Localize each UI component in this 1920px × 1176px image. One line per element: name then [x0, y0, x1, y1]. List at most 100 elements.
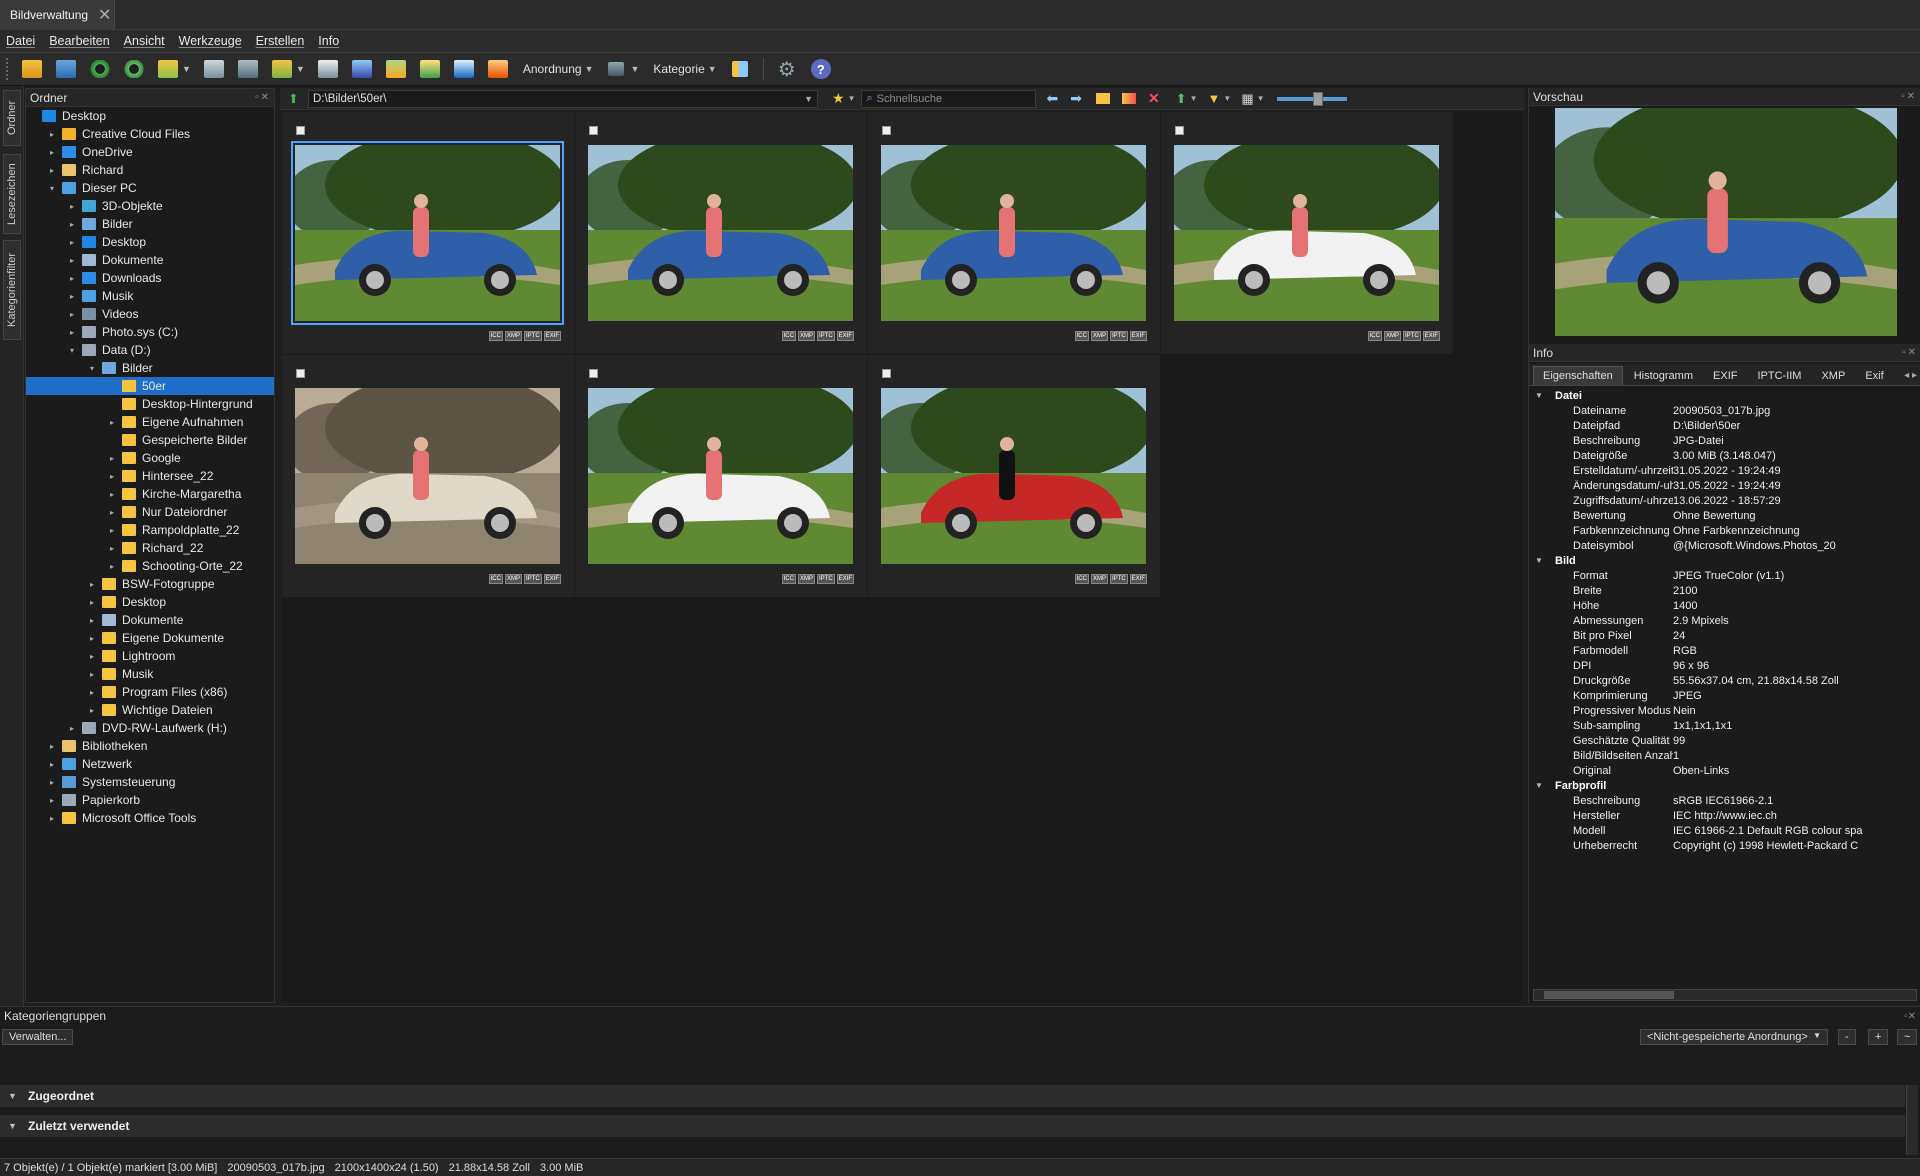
chevron-down-icon[interactable]: ▼ — [585, 64, 594, 74]
tree-item[interactable]: ▸ Creative Cloud Files — [26, 125, 274, 143]
expand-icon[interactable]: ▸ — [86, 616, 98, 625]
select-checkbox[interactable] — [1175, 126, 1184, 135]
tree-item[interactable]: ▸ Rampoldplatte_22 — [26, 521, 274, 539]
tab-ordner[interactable]: Ordner — [3, 90, 21, 146]
section-zugeordnet[interactable]: ▼ Zugeordnet — [0, 1085, 1905, 1107]
save-icon[interactable] — [53, 57, 79, 81]
open-icon[interactable] — [19, 57, 45, 81]
expand-icon[interactable]: ▸ — [106, 490, 118, 499]
expand-icon[interactable]: ▸ — [46, 130, 58, 139]
export-icon[interactable] — [269, 57, 295, 81]
expand-icon[interactable]: ▸ — [66, 292, 78, 301]
thumbnail-cell[interactable]: ICC XMP IPTC EXIF — [575, 355, 867, 597]
expand-icon[interactable]: ▸ — [86, 688, 98, 697]
property-row[interactable]: Beschreibung JPG-Datei — [1529, 433, 1920, 448]
print-icon[interactable] — [315, 57, 341, 81]
tree-item[interactable]: 50er — [26, 377, 274, 395]
tree-item[interactable]: ▸ Wichtige Dateien — [26, 701, 274, 719]
chevron-down-icon[interactable]: ▼ — [296, 64, 305, 74]
property-row[interactable]: Farbkennzeichnung Ohne Farbkennzeichnung — [1529, 523, 1920, 538]
property-row[interactable]: Komprimierung JPEG — [1529, 688, 1920, 703]
expand-icon[interactable]: ▸ — [66, 238, 78, 247]
thumbnail-image[interactable] — [588, 388, 853, 564]
property-row[interactable]: Abmessungen 2.9 Mpixels — [1529, 613, 1920, 628]
expand-icon[interactable]: ▸ — [46, 166, 58, 175]
thumbnail-image[interactable] — [291, 141, 564, 325]
thumbnail-image[interactable] — [295, 388, 560, 564]
menu-datei[interactable]: Datei — [6, 34, 35, 48]
close-icon[interactable]: ✕ — [98, 5, 111, 25]
collapse-icon[interactable]: ▾ — [46, 184, 58, 193]
expand-icon[interactable]: ▸ — [66, 202, 78, 211]
convert-icon[interactable] — [383, 57, 409, 81]
property-row[interactable]: Modell IEC 61966-2.1 Default RGB colour s… — [1529, 823, 1920, 838]
filter-icon[interactable]: ▼ — [1208, 91, 1221, 106]
sort-icon[interactable]: ⬆ — [1176, 91, 1187, 107]
email-icon[interactable] — [485, 57, 511, 81]
path-input[interactable]: D:\Bilder\50er\ ▼ — [308, 89, 818, 108]
property-row[interactable]: Hersteller IEC http://www.iec.ch — [1529, 808, 1920, 823]
search-input[interactable]: ⌕ Schnellsuche — [861, 89, 1037, 108]
view-icon[interactable] — [603, 57, 629, 81]
section-zuletzt-verwendet[interactable]: ▼ Zuletzt verwendet — [0, 1115, 1905, 1137]
property-row[interactable]: Breite 2100 — [1529, 583, 1920, 598]
menu-werkzeuge[interactable]: Werkzeuge — [179, 34, 242, 48]
tree-item[interactable]: ▸ Systemsteuerung — [26, 773, 274, 791]
tree-item[interactable]: ▸ Musik — [26, 287, 274, 305]
tree-item[interactable]: ▸ 3D-Objekte — [26, 197, 274, 215]
expand-icon[interactable]: ▸ — [86, 652, 98, 661]
tree-item[interactable]: ▸ Photo.sys (C:) — [26, 323, 274, 341]
tree-item[interactable]: ▸ Netzwerk — [26, 755, 274, 773]
tree-item[interactable]: ▸ Desktop — [26, 593, 274, 611]
expand-icon[interactable]: ▸ — [106, 454, 118, 463]
slider-handle[interactable] — [1312, 91, 1323, 106]
expand-icon[interactable]: ▸ — [46, 148, 58, 157]
tree-item[interactable]: ▸ Lightroom — [26, 647, 274, 665]
property-group[interactable]: ▼ Bild — [1529, 553, 1920, 568]
expand-icon[interactable]: ▸ — [46, 760, 58, 769]
tree-item[interactable]: ▸ Eigene Dokumente — [26, 629, 274, 647]
tree-item[interactable]: ▾ Dieser PC — [26, 179, 274, 197]
thumbnail-cell[interactable]: ICC XMP IPTC EXIF — [575, 112, 867, 354]
tree-item[interactable]: ▸ DVD-RW-Laufwerk (H:) — [26, 719, 274, 737]
property-row[interactable]: DPI 96 x 96 — [1529, 658, 1920, 673]
expand-icon[interactable]: ▸ — [66, 724, 78, 733]
tree-item[interactable]: ▾ Bilder — [26, 359, 274, 377]
tab-kategorienfilter[interactable]: Kategorienfilter — [3, 240, 21, 340]
tree-item[interactable]: ▸ Nur Dateiordner — [26, 503, 274, 521]
help-icon[interactable]: ? — [808, 57, 834, 81]
star-icon[interactable]: ★ — [832, 90, 845, 107]
minus-button[interactable]: - — [1838, 1029, 1856, 1045]
info-tab[interactable]: EXIF — [1704, 367, 1746, 385]
thumbnail-cell[interactable]: ICC XMP IPTC EXIF — [868, 112, 1160, 354]
thumbnail-size-slider[interactable] — [1276, 91, 1347, 106]
tree-item[interactable]: ▸ Hintersee_22 — [26, 467, 274, 485]
property-row[interactable]: Farbmodell RGB — [1529, 643, 1920, 658]
tree-item[interactable]: ▸ Papierkorb — [26, 791, 274, 809]
folder-icon[interactable] — [1095, 93, 1110, 104]
expand-icon[interactable]: ▸ — [46, 778, 58, 787]
category-label[interactable]: Kategorie — [653, 62, 704, 76]
menu-bearbeiten[interactable]: Bearbeiten — [49, 34, 109, 48]
tab-lesezeichen[interactable]: Lesezeichen — [3, 154, 21, 234]
property-row[interactable]: Progressiver Modus Nein — [1529, 703, 1920, 718]
property-group[interactable]: ▼ Datei — [1529, 388, 1920, 403]
expand-icon[interactable]: ▸ — [106, 526, 118, 535]
manage-button[interactable]: Verwalten... — [2, 1029, 74, 1045]
batch-icon[interactable] — [417, 57, 443, 81]
property-row[interactable]: Beschreibung sRGB IEC61966-2.1 — [1529, 793, 1920, 808]
expand-icon[interactable]: ▸ — [106, 418, 118, 427]
vertical-scrollbar[interactable] — [1906, 1085, 1918, 1155]
tree-item[interactable]: ▸ Microsoft Office Tools — [26, 809, 274, 827]
collapse-icon[interactable]: ▾ — [66, 346, 78, 355]
menu-erstellen[interactable]: Erstellen — [256, 34, 305, 48]
info-tab[interactable]: Exif — [1856, 367, 1892, 385]
forward-icon[interactable]: ➡ — [1070, 90, 1082, 107]
select-checkbox[interactable] — [882, 369, 891, 378]
tree-item[interactable]: ▸ Downloads — [26, 269, 274, 287]
tree-item[interactable]: ▸ Program Files (x86) — [26, 683, 274, 701]
tree-item[interactable]: ▸ Musik — [26, 665, 274, 683]
capture-icon[interactable] — [451, 57, 477, 81]
copy-to-icon[interactable] — [155, 57, 181, 81]
property-row[interactable]: Sub-sampling 1x1,1x1,1x1 — [1529, 718, 1920, 733]
